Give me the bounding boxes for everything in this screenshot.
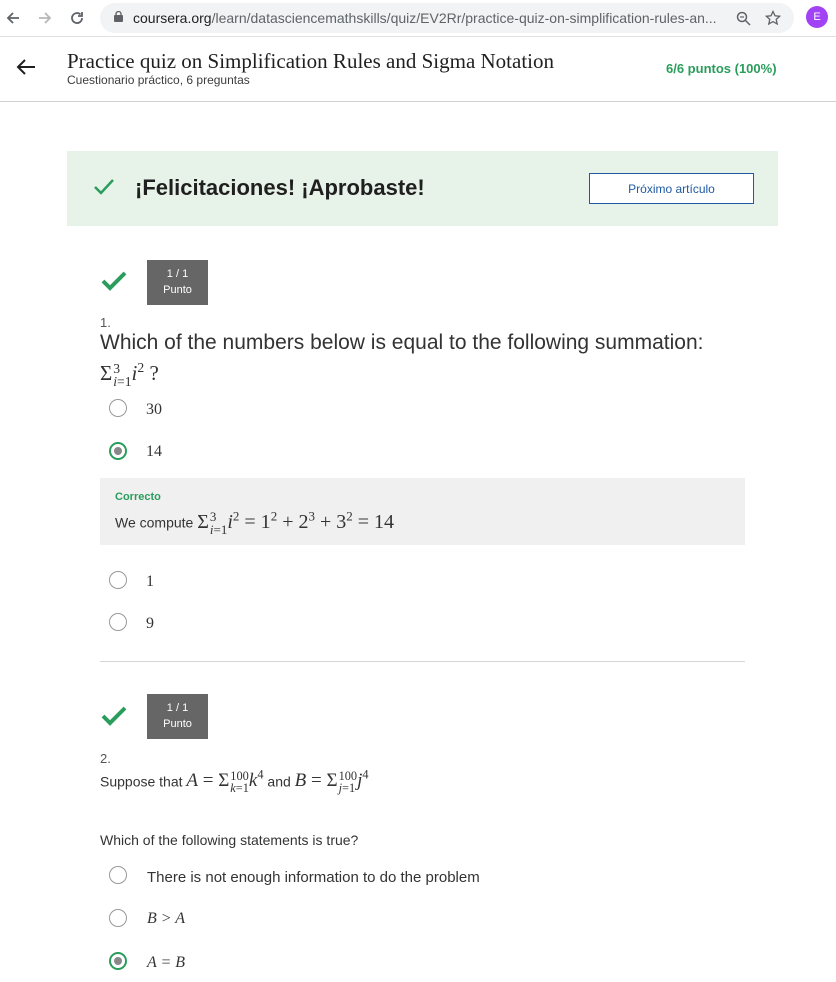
answer-label: 1 (146, 573, 154, 590)
url-text: coursera.org/learn/datasciencemathskills… (133, 10, 717, 26)
answer-radio[interactable] (109, 399, 127, 417)
bookmark-star-icon[interactable] (764, 9, 782, 27)
answer-radio[interactable] (109, 571, 127, 589)
answer-label: There is not enough information to do th… (147, 869, 480, 886)
summation-formula: Σ 3 i=1 i2 ? (100, 360, 159, 390)
feedback-box: Correcto We compute Σ 3 i=1 i2 = 12 + 23 + … (100, 478, 745, 545)
question-number: 1. (100, 315, 111, 330)
answer-label: 14 (146, 443, 162, 460)
correct-check-icon (101, 706, 127, 726)
score-badge: 6/6 puntos (100%) (666, 61, 777, 76)
answer-label: 30 (146, 401, 162, 418)
back-arrow-icon[interactable] (14, 55, 38, 79)
answer-radio[interactable] (109, 866, 127, 884)
answer-label: A = B (147, 954, 186, 971)
answer-label: 9 (146, 615, 154, 632)
check-icon (94, 179, 114, 195)
correct-check-icon (101, 271, 127, 291)
zoom-icon[interactable] (734, 9, 752, 27)
points-badge: 1 / 1 Punto (147, 260, 208, 305)
reload-icon[interactable] (66, 7, 88, 29)
answer-radio[interactable] (109, 613, 127, 631)
address-bar[interactable]: coursera.org/learn/datasciencemathskills… (100, 3, 794, 33)
browser-back-icon[interactable] (2, 7, 24, 29)
profile-avatar[interactable]: E (806, 6, 828, 28)
question-ask: Which of the following statements is tru… (100, 832, 359, 848)
browser-forward-icon[interactable] (34, 7, 56, 29)
answer-radio-selected[interactable] (109, 442, 127, 460)
quiz-header: Practice quiz on Simplification Rules an… (0, 37, 836, 102)
answer-label: B > A (147, 910, 186, 927)
question-divider (100, 661, 745, 662)
answer-radio[interactable] (109, 909, 127, 927)
page-subtitle: Cuestionario práctico, 6 preguntas (67, 73, 250, 87)
lock-icon (114, 11, 123, 22)
question-prompt: Suppose that A = Σ 100 k=1 k4 and B = Σ 100 j… (100, 768, 369, 795)
feedback-explanation: We compute Σ 3 i=1 i2 = 12 + 23 + 32 = 14 (115, 508, 395, 538)
points-badge: 1 / 1 Punto (147, 694, 208, 739)
page-title: Practice quiz on Simplification Rules an… (67, 49, 554, 73)
pass-message: ¡Felicitaciones! ¡Aprobaste! (135, 175, 425, 200)
question-prompt: Which of the numbers below is equal to t… (100, 331, 704, 390)
feedback-status: Correcto (115, 491, 161, 503)
pass-banner: ¡Felicitaciones! ¡Aprobaste! Próximo art… (67, 151, 778, 226)
next-item-button[interactable]: Próximo artículo (589, 173, 754, 204)
browser-toolbar: coursera.org/learn/datasciencemathskills… (0, 0, 836, 37)
answer-radio-selected[interactable] (109, 952, 127, 970)
question-number: 2. (100, 751, 111, 766)
